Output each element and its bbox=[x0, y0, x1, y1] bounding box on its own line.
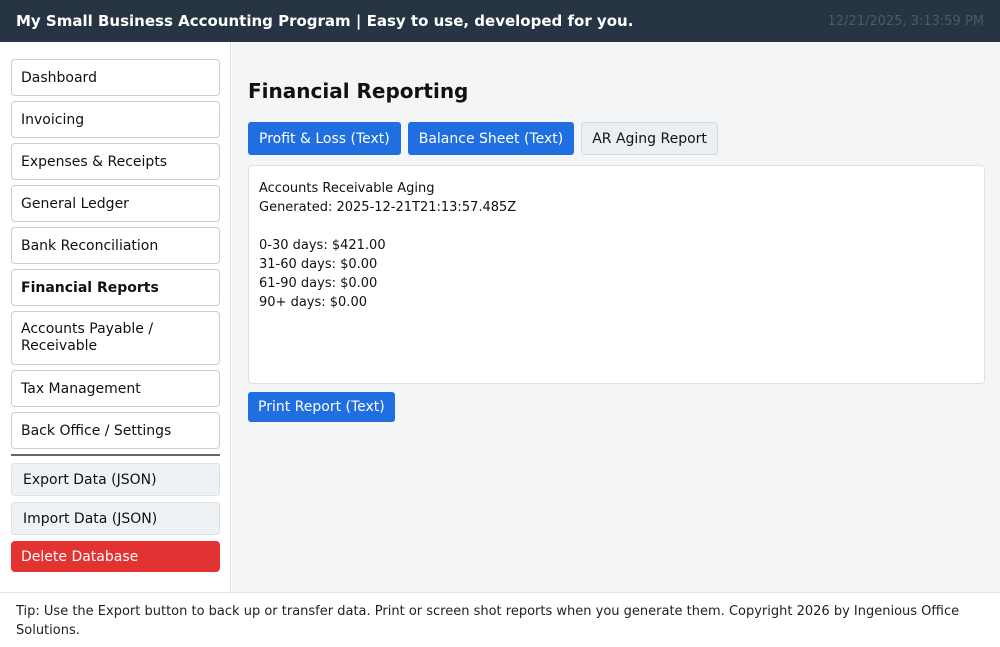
app-header: My Small Business Accounting Program | E… bbox=[0, 0, 1000, 42]
ar-aging-button[interactable]: AR Aging Report bbox=[581, 122, 718, 155]
delete-database-button[interactable]: Delete Database bbox=[11, 541, 220, 572]
sidebar-item-expenses[interactable]: Expenses & Receipts bbox=[11, 143, 220, 180]
balance-sheet-button[interactable]: Balance Sheet (Text) bbox=[407, 122, 575, 155]
header-datetime: 12/21/2025, 3:13:59 PM bbox=[827, 13, 985, 29]
report-generated: Generated: 2025-12-21T21:13:57.485Z bbox=[259, 200, 517, 215]
sidebar-item-general-ledger[interactable]: General Ledger bbox=[11, 185, 220, 222]
export-data-button[interactable]: Export Data (JSON) bbox=[11, 463, 220, 496]
sidebar-item-back-office[interactable]: Back Office / Settings bbox=[11, 412, 220, 449]
app-title: My Small Business Accounting Program | E… bbox=[16, 12, 634, 30]
report-line: 61-90 days: $0.00 bbox=[259, 276, 378, 291]
sidebar-item-accounts-payable-receivable[interactable]: Accounts Payable / Receivable bbox=[11, 311, 220, 365]
sidebar-divider bbox=[11, 454, 220, 456]
profit-loss-button[interactable]: Profit & Loss (Text) bbox=[248, 122, 401, 155]
print-report-button[interactable]: Print Report (Text) bbox=[248, 392, 395, 422]
import-data-button[interactable]: Import Data (JSON) bbox=[11, 502, 220, 535]
report-tabs: Profit & Loss (Text) Balance Sheet (Text… bbox=[248, 122, 718, 155]
footer-tip: Tip: Use the Export button to back up or… bbox=[0, 592, 1000, 647]
sidebar-item-tax-management[interactable]: Tax Management bbox=[11, 370, 220, 407]
sidebar: Dashboard Invoicing Expenses & Receipts … bbox=[0, 42, 231, 592]
report-line: 31-60 days: $0.00 bbox=[259, 257, 378, 272]
sidebar-item-invoicing[interactable]: Invoicing bbox=[11, 101, 220, 138]
sidebar-item-dashboard[interactable]: Dashboard bbox=[11, 59, 220, 96]
report-line: 90+ days: $0.00 bbox=[259, 295, 367, 310]
report-title: Accounts Receivable Aging bbox=[259, 181, 435, 196]
sidebar-item-bank-reconciliation[interactable]: Bank Reconciliation bbox=[11, 227, 220, 264]
report-line: 0-30 days: $421.00 bbox=[259, 238, 386, 253]
sidebar-item-financial-reports[interactable]: Financial Reports bbox=[11, 269, 220, 306]
main-content: Financial Reporting Profit & Loss (Text)… bbox=[232, 42, 1000, 592]
report-spacer bbox=[259, 217, 974, 236]
page-title: Financial Reporting bbox=[248, 79, 469, 103]
report-output: Accounts Receivable Aging Generated: 202… bbox=[248, 165, 985, 384]
